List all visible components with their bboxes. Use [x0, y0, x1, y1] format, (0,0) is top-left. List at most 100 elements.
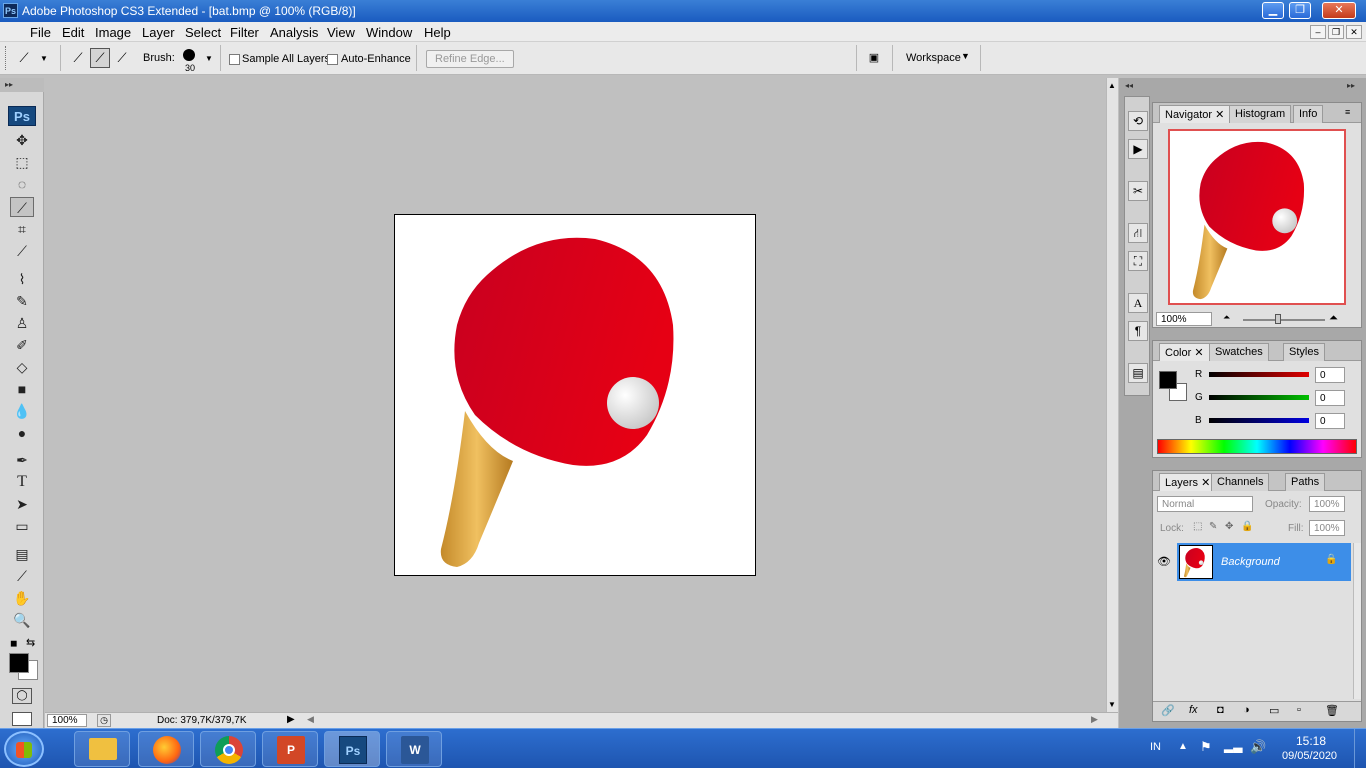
screen-mode-icon[interactable]: [12, 712, 32, 726]
network-signal-icon[interactable]: ▂▃: [1224, 739, 1242, 753]
lock-position-icon[interactable]: ✥: [1225, 521, 1233, 532]
show-desktop-button[interactable]: [1354, 729, 1366, 768]
zoom-level-field[interactable]: 100%: [47, 714, 87, 727]
taskbar-photoshop[interactable]: Ps: [324, 731, 380, 767]
clock-time[interactable]: 15:18: [1296, 734, 1326, 748]
tab-swatches[interactable]: Swatches: [1209, 343, 1269, 361]
navigator-preview[interactable]: [1168, 129, 1346, 305]
tab-color[interactable]: Color ✕: [1159, 343, 1210, 361]
pen-tool-icon[interactable]: ✒: [10, 450, 34, 470]
blur-tool-icon[interactable]: 💧: [10, 401, 34, 421]
taskbar-word[interactable]: W: [386, 731, 442, 767]
dodge-tool-icon[interactable]: ●: [10, 423, 34, 443]
action-center-flag-icon[interactable]: ⚑: [1200, 739, 1212, 755]
preset-dropdown-arrow-icon[interactable]: ▼: [40, 54, 48, 63]
options-grip[interactable]: [5, 46, 7, 70]
language-indicator[interactable]: IN: [1150, 741, 1161, 753]
layer-row-background[interactable]: Background 🔒: [1177, 543, 1351, 581]
red-slider[interactable]: [1209, 372, 1309, 377]
start-button[interactable]: [4, 731, 44, 767]
default-colors-icon[interactable]: ◼: [10, 638, 17, 649]
tab-info[interactable]: Info: [1293, 105, 1324, 123]
red-value-field[interactable]: 0: [1315, 367, 1345, 383]
blend-mode-select[interactable]: Normal: [1157, 496, 1253, 512]
path-selection-tool-icon[interactable]: ➤: [10, 494, 34, 514]
vertical-scrollbar[interactable]: ▲ ▼: [1106, 78, 1118, 712]
doc-restore-button[interactable]: ❐: [1328, 25, 1344, 39]
delete-layer-icon[interactable]: 🗑: [1325, 704, 1339, 717]
menu-file[interactable]: File: [30, 25, 51, 40]
dock-collapse-icon[interactable]: ▸▸: [1347, 81, 1355, 90]
status-menu-arrow-icon[interactable]: ▶: [287, 714, 295, 725]
brushes-panel-icon[interactable]: ⛙: [1128, 223, 1148, 243]
doc-minimize-button[interactable]: –: [1310, 25, 1326, 39]
panel-menu-icon[interactable]: ≡: [1345, 107, 1350, 117]
toolbox-collapse-icon[interactable]: ▸▸: [0, 78, 44, 92]
brush-tool-icon[interactable]: ✎: [10, 291, 34, 311]
lock-transparency-icon[interactable]: ⬚: [1193, 521, 1202, 532]
taskbar-powerpoint[interactable]: P: [262, 731, 318, 767]
tab-styles[interactable]: Styles: [1283, 343, 1325, 361]
link-layers-icon[interactable]: 🔗: [1161, 704, 1175, 717]
marquee-tool-icon[interactable]: ⬚: [10, 152, 34, 172]
file-browser-icon[interactable]: ▣: [864, 48, 884, 68]
subtract-from-selection-icon[interactable]: ⟋: [112, 48, 132, 68]
move-tool-icon[interactable]: ✥: [10, 130, 34, 150]
zoom-slider-handle[interactable]: [1275, 314, 1281, 324]
layers-scrollbar[interactable]: [1353, 543, 1361, 699]
taskbar-firefox[interactable]: [138, 731, 194, 767]
add-to-selection-icon[interactable]: ⟋: [90, 48, 110, 68]
add-mask-icon[interactable]: ◘: [1217, 704, 1224, 716]
opacity-field[interactable]: 100%: [1309, 496, 1345, 512]
menu-analysis[interactable]: Analysis: [270, 25, 318, 40]
zoom-out-icon[interactable]: ⏶: [1223, 312, 1230, 323]
scroll-up-icon[interactable]: ▲: [1108, 81, 1116, 90]
quick-selection-tool-icon[interactable]: ⟋: [10, 197, 34, 217]
menu-layer[interactable]: Layer: [142, 25, 175, 40]
new-group-icon[interactable]: ▭: [1269, 704, 1279, 717]
menu-image[interactable]: Image: [95, 25, 131, 40]
new-selection-icon[interactable]: ⟋: [68, 48, 88, 68]
refine-edge-button[interactable]: Refine Edge...: [426, 50, 514, 68]
tab-navigator[interactable]: Navigator ✕: [1159, 105, 1231, 123]
dock-expand-icon[interactable]: ◂◂: [1125, 81, 1133, 90]
menu-select[interactable]: Select: [185, 25, 221, 40]
tab-channels[interactable]: Channels: [1211, 473, 1270, 491]
menu-filter[interactable]: Filter: [230, 25, 259, 40]
paragraph-panel-icon[interactable]: ¶: [1128, 321, 1148, 341]
lock-image-icon[interactable]: ✎: [1209, 521, 1217, 532]
clock-date[interactable]: 09/05/2020: [1282, 750, 1337, 762]
crop-tool-icon[interactable]: ⌗: [10, 219, 34, 239]
hand-tool-icon[interactable]: ✋: [10, 588, 34, 608]
brush-dropdown-arrow-icon[interactable]: ▼: [205, 54, 213, 63]
photoshop-logo[interactable]: Ps: [8, 106, 36, 126]
adjustment-layer-icon[interactable]: ◑: [1243, 704, 1250, 716]
clone-stamp-tool-icon[interactable]: ♙: [10, 313, 34, 333]
history-brush-tool-icon[interactable]: ✐: [10, 335, 34, 355]
green-value-field[interactable]: 0: [1315, 390, 1345, 406]
scroll-down-icon[interactable]: ▼: [1108, 700, 1116, 709]
tool-presets-panel-icon[interactable]: ✂: [1128, 181, 1148, 201]
status-options-icon[interactable]: ◷: [97, 714, 111, 727]
menu-edit[interactable]: Edit: [62, 25, 84, 40]
workspace-dropdown-arrow-icon[interactable]: ▼: [961, 51, 970, 61]
rectangle-tool-icon[interactable]: ▭: [10, 516, 34, 536]
sample-all-layers-checkbox[interactable]: [229, 54, 240, 65]
photoshop-app-icon[interactable]: Ps: [3, 3, 18, 18]
quick-selection-tool-preset-icon[interactable]: ⟋: [14, 48, 34, 68]
healing-brush-tool-icon[interactable]: ⌇: [10, 269, 34, 289]
blue-slider[interactable]: [1209, 418, 1309, 423]
actions-panel-icon[interactable]: ▶: [1128, 139, 1148, 159]
eraser-tool-icon[interactable]: ◇: [10, 357, 34, 377]
volume-icon[interactable]: 🔊: [1250, 739, 1266, 755]
blue-value-field[interactable]: 0: [1315, 413, 1345, 429]
quick-mask-icon[interactable]: ◯: [12, 688, 32, 704]
layer-comps-panel-icon[interactable]: ▤: [1128, 363, 1148, 383]
menu-view[interactable]: View: [327, 25, 355, 40]
gradient-tool-icon[interactable]: ■: [10, 379, 34, 399]
clone-source-panel-icon[interactable]: ⛶: [1128, 251, 1148, 271]
brush-preview-icon[interactable]: [183, 49, 195, 61]
zoom-in-icon[interactable]: ⏶: [1329, 312, 1338, 325]
tab-histogram[interactable]: Histogram: [1229, 105, 1292, 123]
scroll-right-icon[interactable]: ▶: [1091, 714, 1098, 725]
